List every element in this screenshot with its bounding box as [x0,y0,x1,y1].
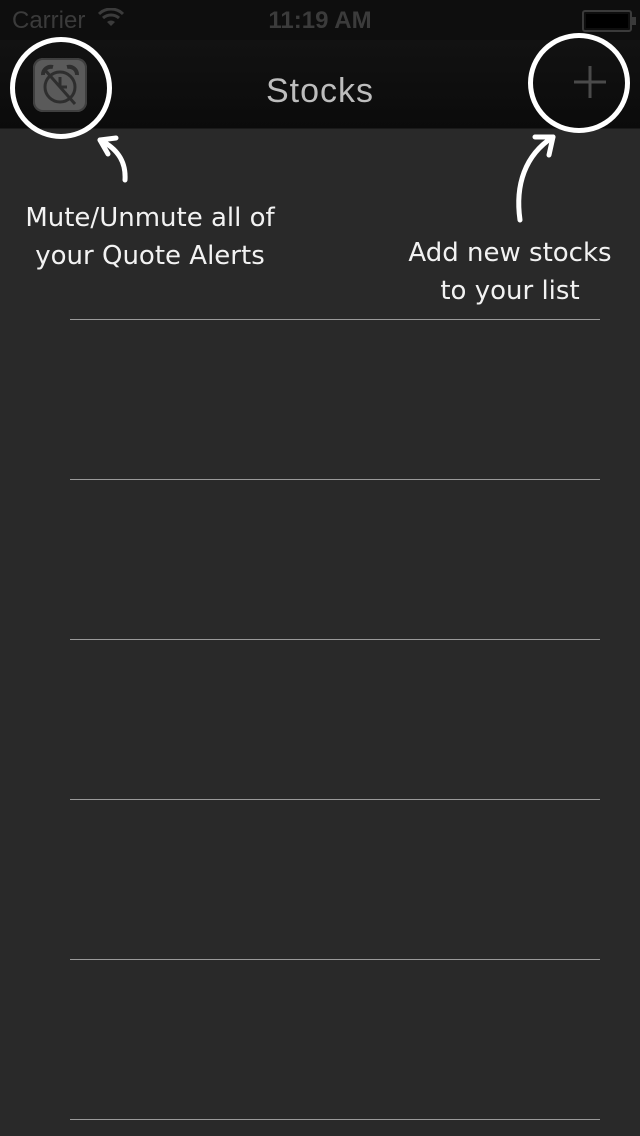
battery-icon [582,10,636,32]
list-separator [70,1119,600,1120]
list-separator [70,959,600,960]
add-highlight-ring [528,33,630,133]
mute-arrow-icon [97,135,128,183]
status-time: 11:19 AM [268,7,372,34]
list-separator [70,479,600,480]
add-arrow-icon [516,134,556,223]
list-separator [70,319,600,320]
list-separator [70,799,600,800]
status-bar: Carrier 11:19 AM [0,0,640,40]
mute-highlight-ring [10,37,112,139]
list-separator [70,639,600,640]
mute-hint-text: Mute/Unmute all of your Quote Alerts [25,203,275,271]
add-hint-text: Add new stocks to your list [408,238,612,306]
